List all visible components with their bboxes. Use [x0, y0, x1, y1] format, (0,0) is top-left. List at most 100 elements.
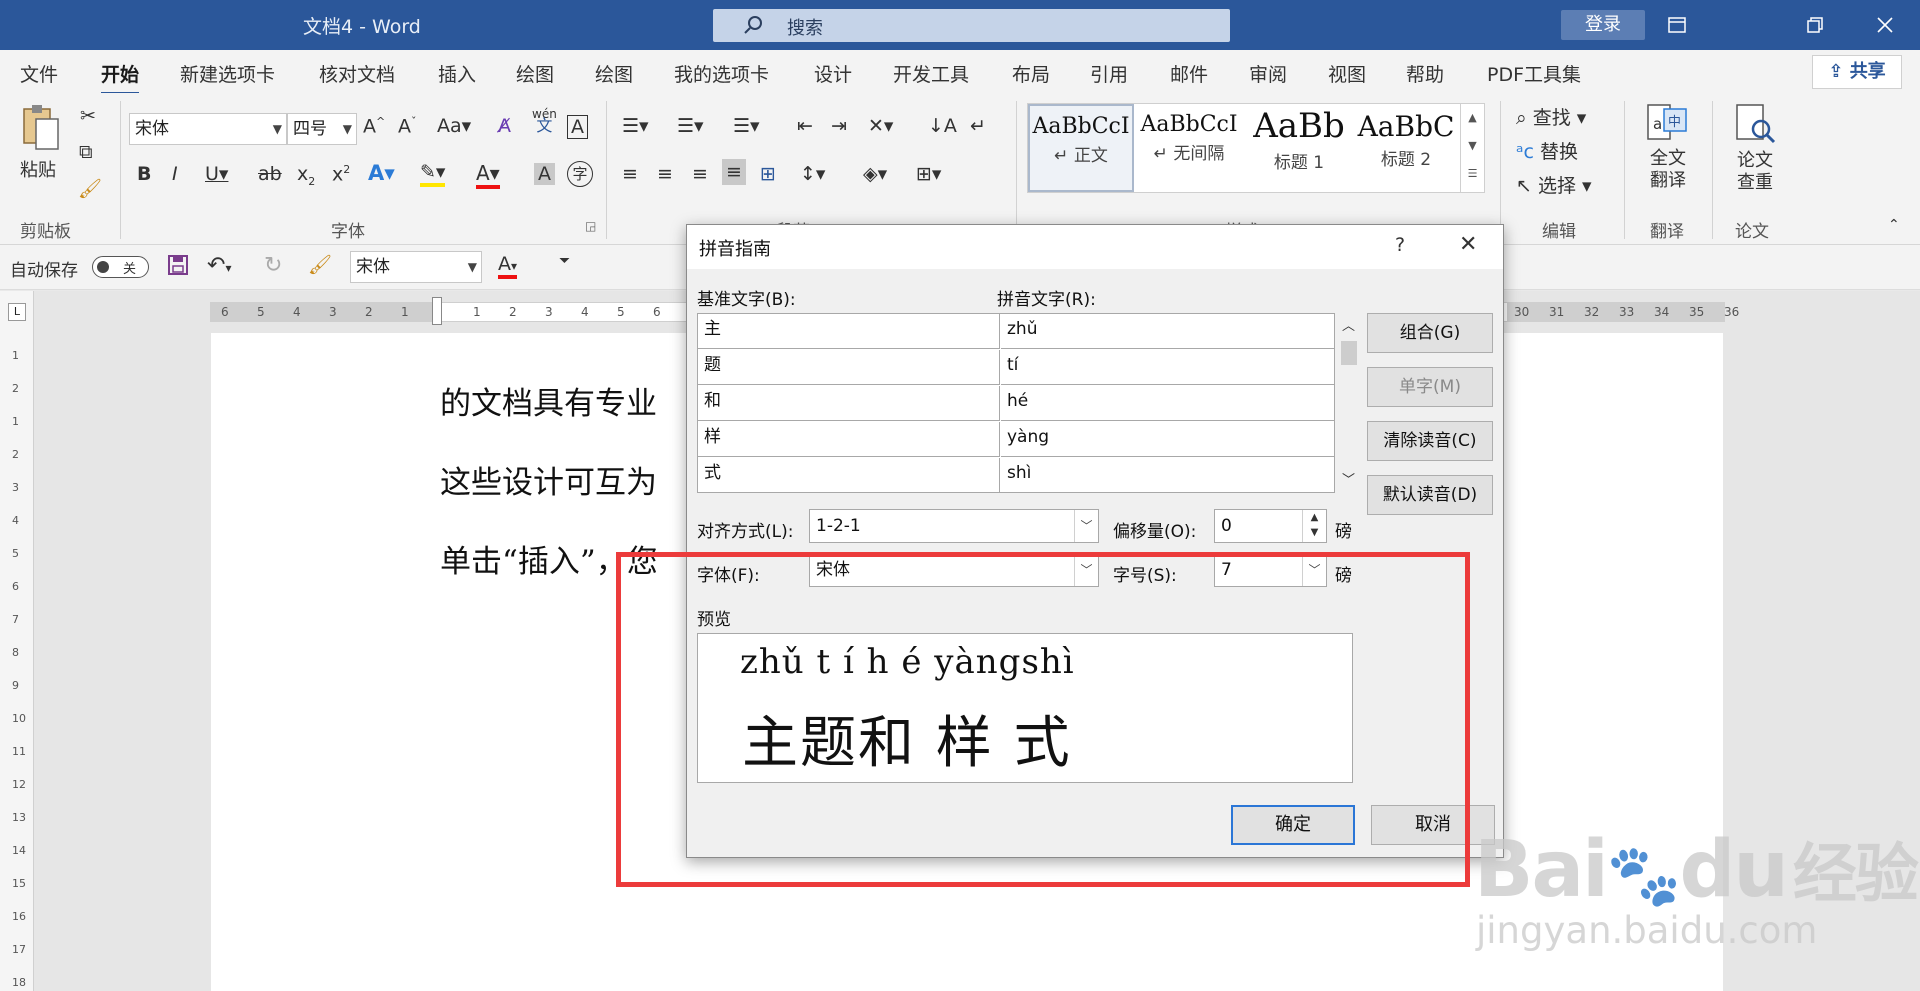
superscript-icon[interactable]: x2	[332, 163, 350, 185]
ribbon-display-icon[interactable]	[1660, 10, 1694, 40]
grow-font-icon[interactable]: A^	[363, 115, 385, 137]
undo-icon[interactable]: ↶▾	[207, 253, 231, 278]
tab-references[interactable]: 引用	[1090, 60, 1128, 87]
underline-icon[interactable]: U▾	[205, 163, 228, 185]
distributed-icon[interactable]: ⊞	[760, 163, 776, 185]
format-painter-icon[interactable]: 🖌	[308, 253, 332, 276]
tab-draw-2[interactable]: 绘图	[595, 60, 633, 87]
decrease-indent-icon[interactable]: ⇤	[797, 115, 813, 137]
chevron-up-icon[interactable]: ︿	[1342, 315, 1355, 334]
mono-ruby-button[interactable]: 单字(M)	[1367, 367, 1493, 407]
cut-icon[interactable]: ✂	[80, 105, 96, 127]
offset-spinner[interactable]: 0 ▲ ▼	[1214, 509, 1327, 543]
tab-view[interactable]: 视图	[1328, 60, 1366, 87]
font-color-icon[interactable]: A▾	[476, 161, 500, 189]
bold-icon[interactable]: B	[137, 163, 151, 185]
tab-selector-icon[interactable]: L	[8, 303, 26, 321]
show-marks-icon[interactable]: ↵	[970, 115, 986, 137]
sort-icon[interactable]: ↓A	[928, 115, 957, 137]
align-center-icon[interactable]: ≡	[657, 163, 673, 185]
borders-icon[interactable]: ⊞▾	[916, 163, 941, 185]
line-spacing-icon[interactable]: ↕▾	[800, 163, 825, 185]
tab-layout[interactable]: 布局	[1012, 60, 1050, 87]
multilevel-list-icon[interactable]: ☰▾	[733, 115, 760, 137]
close-icon[interactable]: ✕	[1459, 232, 1477, 257]
close-icon[interactable]	[1868, 10, 1902, 40]
tab-home[interactable]: 开始	[101, 60, 140, 95]
base-cell[interactable]: 和	[698, 386, 1000, 421]
chinese-layout-icon[interactable]: ✕▾	[868, 115, 893, 137]
tab-pdf-tools[interactable]: PDF工具集	[1487, 60, 1581, 87]
justify-icon[interactable]: ≡	[722, 159, 746, 185]
spinner-arrows-icon[interactable]: ▲ ▼	[1302, 510, 1326, 542]
customize-qat-icon[interactable]: ⏷	[559, 253, 570, 269]
ruby-cell[interactable]: yàng	[1001, 422, 1334, 457]
format-painter-icon[interactable]: 🖌	[78, 177, 102, 200]
bullets-icon[interactable]: ☰▾	[622, 115, 649, 137]
grid-scrollbar[interactable]: ︿ ﹀	[1339, 313, 1359, 493]
align-right-icon[interactable]: ≡	[692, 163, 708, 185]
strikethrough-icon[interactable]: ab	[258, 163, 282, 185]
save-icon[interactable]	[167, 254, 189, 281]
font-color-icon[interactable]: A▾	[498, 253, 518, 279]
align-left-icon[interactable]: ≡	[622, 163, 638, 185]
login-button[interactable]: 登录	[1561, 10, 1645, 40]
tab-design[interactable]: 设计	[814, 60, 852, 87]
paste-button[interactable]: 粘贴	[20, 103, 62, 182]
tab-mailings[interactable]: 邮件	[1170, 60, 1208, 87]
italic-icon[interactable]: I	[172, 163, 178, 185]
help-button[interactable]: ?	[1395, 234, 1405, 256]
group-button[interactable]: 组合(G)	[1367, 313, 1493, 353]
paper-check-button[interactable]: 论文 查重	[1733, 103, 1777, 194]
tab-insert[interactable]: 插入	[438, 60, 476, 87]
change-case-icon[interactable]: Aa▾	[437, 115, 471, 137]
ruby-cell[interactable]: shì	[1001, 458, 1334, 493]
qat-font-combo[interactable]: 宋体 ▼	[350, 251, 482, 283]
style-heading-1[interactable]: AaBb 标题 1	[1244, 104, 1354, 192]
tab-draw-1[interactable]: 绘图	[516, 60, 554, 87]
redo-icon[interactable]: ↻	[264, 253, 282, 278]
subscript-icon[interactable]: x2	[297, 163, 315, 188]
scroll-thumb[interactable]	[1341, 341, 1357, 365]
collapse-ribbon-icon[interactable]: ⌃	[1888, 217, 1900, 233]
style-heading-2[interactable]: AaBbC 标题 2	[1356, 104, 1456, 192]
clear-ruby-button[interactable]: 清除读音(C)	[1367, 421, 1493, 461]
tab-check-document[interactable]: 核对文档	[319, 60, 395, 87]
alignment-select[interactable]: 1-2-1 ﹀	[809, 509, 1099, 543]
tab-file[interactable]: 文件	[20, 60, 58, 87]
base-cell[interactable]: 题	[698, 350, 1000, 385]
text-effects-icon[interactable]: A▾	[368, 161, 395, 185]
share-button[interactable]: ⇪ 共享	[1812, 55, 1902, 89]
font-dialog-launcher-icon[interactable]: ◲	[585, 219, 596, 233]
styles-scroll[interactable]: ▲ ▼ ☰	[1460, 104, 1484, 192]
shading-icon[interactable]: ◈▾	[863, 163, 887, 185]
base-cell[interactable]: 样	[698, 422, 1000, 457]
style-normal[interactable]: AaBbCcI ↵ 正文	[1028, 104, 1134, 192]
tab-my-tab[interactable]: 我的选项卡	[674, 60, 769, 87]
chevron-down-icon[interactable]: ﹀	[1342, 469, 1355, 488]
tab-help[interactable]: 帮助	[1406, 60, 1444, 87]
increase-indent-icon[interactable]: ⇥	[831, 115, 847, 137]
shrink-font-icon[interactable]: Aˇ	[398, 115, 417, 137]
font-size-combo[interactable]: 四号 ▼	[287, 113, 357, 145]
tab-custom-new[interactable]: 新建选项卡	[180, 60, 275, 87]
character-shading-icon[interactable]: A	[534, 163, 555, 185]
full-translate-button[interactable]: a中 全文 翻译	[1646, 103, 1690, 192]
tab-review[interactable]: 审阅	[1249, 60, 1287, 87]
tab-developer[interactable]: 开发工具	[893, 60, 969, 87]
search-box[interactable]: 搜索	[713, 9, 1230, 42]
ruby-cell[interactable]: zhǔ	[1001, 314, 1334, 349]
font-name-combo[interactable]: 宋体 ▼	[129, 113, 287, 145]
restore-icon[interactable]	[1798, 10, 1832, 40]
select-button[interactable]: ↖ 选择 ▾	[1516, 171, 1592, 198]
phonetic-guide-button[interactable]: wén 文	[532, 108, 557, 134]
base-cell[interactable]: 式	[698, 458, 1000, 493]
ruby-cell[interactable]: tí	[1001, 350, 1334, 385]
highlight-icon[interactable]: ✎▾	[420, 161, 446, 187]
default-ruby-button[interactable]: 默认读音(D)	[1367, 475, 1493, 515]
character-border-icon[interactable]: A	[567, 115, 588, 139]
clear-formatting-icon[interactable]: A̸	[498, 115, 511, 137]
numbering-icon[interactable]: ☰▾	[677, 115, 704, 137]
autosave-toggle[interactable]: 关	[92, 256, 149, 278]
indent-marker[interactable]	[432, 297, 442, 325]
